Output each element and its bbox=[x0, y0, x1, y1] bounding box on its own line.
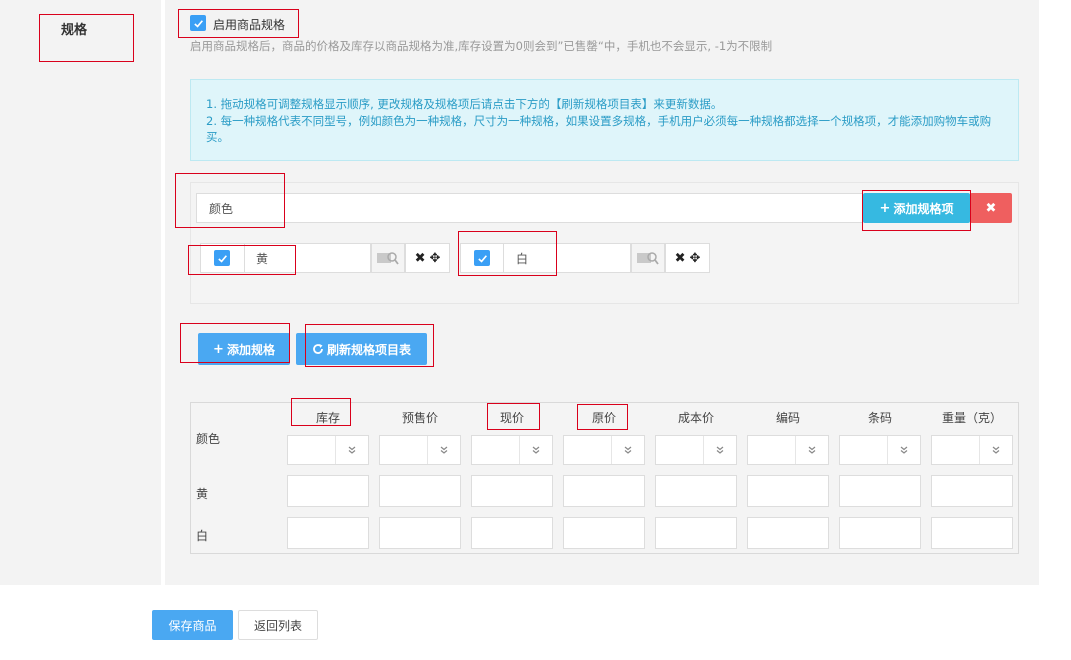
double-chevron-down-icon bbox=[335, 436, 368, 464]
spec-item-ops: ✖ ✥ bbox=[405, 243, 450, 273]
close-icon: ✖ bbox=[985, 200, 997, 216]
table-row-label: 黄 bbox=[196, 487, 209, 501]
batch-select-code[interactable] bbox=[747, 435, 829, 465]
annotation-box-item-1 bbox=[188, 245, 296, 275]
batch-select-cost-price[interactable] bbox=[655, 435, 737, 465]
annotation-box-add-spec bbox=[180, 323, 290, 363]
stock-input[interactable] bbox=[287, 517, 369, 549]
table-row-label: 白 bbox=[196, 529, 209, 543]
remove-icon[interactable]: ✖ bbox=[675, 251, 686, 266]
column-header-weight: 重量（克） bbox=[941, 411, 1002, 425]
annotation-box-add-item bbox=[862, 190, 971, 231]
barcode-input[interactable] bbox=[839, 517, 921, 549]
double-chevron-down-icon bbox=[887, 436, 920, 464]
code-input[interactable] bbox=[747, 517, 829, 549]
annotation-box-item-2 bbox=[458, 231, 557, 276]
info-line-2: 2. 每一种规格代表不同型号，例如颜色为一种规格，尺寸为一种规格，如果设置多规格… bbox=[206, 113, 992, 145]
annotation-box-stock bbox=[291, 398, 351, 426]
annotation-box-original-price bbox=[577, 404, 628, 430]
current-price-input[interactable] bbox=[471, 517, 553, 549]
barcode-input[interactable] bbox=[839, 475, 921, 507]
batch-select-stock[interactable] bbox=[287, 435, 369, 465]
double-chevron-down-icon bbox=[979, 436, 1012, 464]
current-price-input[interactable] bbox=[471, 475, 553, 507]
code-input[interactable] bbox=[747, 475, 829, 507]
stock-input[interactable] bbox=[287, 475, 369, 507]
column-header-cost-price: 成本价 bbox=[677, 411, 714, 425]
original-price-input[interactable] bbox=[563, 475, 645, 507]
double-chevron-down-icon bbox=[427, 436, 460, 464]
save-product-button[interactable]: 保存商品 bbox=[152, 610, 233, 640]
back-to-list-button[interactable]: 返回列表 bbox=[238, 610, 318, 640]
column-header-code: 编码 bbox=[775, 411, 800, 425]
spec-item-image-button[interactable] bbox=[371, 243, 405, 273]
annotation-box-current-price bbox=[487, 403, 540, 430]
original-price-input[interactable] bbox=[563, 517, 645, 549]
table-row-header: 颜色 bbox=[196, 432, 221, 446]
info-line-1: 1. 拖动规格可调整规格显示顺序, 更改规格及规格项后请点击下方的【刷新规格项目… bbox=[206, 97, 723, 111]
cost-price-input[interactable] bbox=[655, 517, 737, 549]
batch-select-weight[interactable] bbox=[931, 435, 1013, 465]
annotation-box-section bbox=[39, 14, 134, 62]
batch-select-original-price[interactable] bbox=[563, 435, 645, 465]
batch-select-presale-price[interactable] bbox=[379, 435, 461, 465]
move-icon[interactable]: ✥ bbox=[430, 251, 441, 266]
column-header-presale-price: 预售价 bbox=[401, 411, 438, 425]
spec-item-ops: ✖ ✥ bbox=[665, 243, 710, 273]
delete-spec-button[interactable]: ✖ bbox=[970, 193, 1012, 223]
weight-input[interactable] bbox=[931, 517, 1013, 549]
annotation-box-enable bbox=[178, 9, 299, 38]
weight-input[interactable] bbox=[931, 475, 1013, 507]
double-chevron-down-icon bbox=[703, 436, 736, 464]
image-search-icon bbox=[377, 252, 399, 265]
batch-select-barcode[interactable] bbox=[839, 435, 921, 465]
image-search-icon bbox=[637, 252, 659, 265]
double-chevron-down-icon bbox=[519, 436, 552, 464]
double-chevron-down-icon bbox=[611, 436, 644, 464]
spec-item-image-button[interactable] bbox=[631, 243, 665, 273]
annotation-box-spec-name bbox=[175, 173, 285, 228]
double-chevron-down-icon bbox=[795, 436, 828, 464]
remove-icon[interactable]: ✖ bbox=[415, 251, 426, 266]
spec-info-box: 1. 拖动规格可调整规格显示顺序, 更改规格及规格项后请点击下方的【刷新规格项目… bbox=[190, 79, 1019, 161]
enable-spec-hint: 启用商品规格后，商品的价格及库存以商品规格为准,库存设置为0则会到”已售罄“中，… bbox=[190, 39, 773, 53]
spec-name-input[interactable]: 颜色 bbox=[196, 193, 863, 223]
column-header-barcode: 条码 bbox=[867, 411, 892, 425]
annotation-box-refresh bbox=[305, 324, 434, 367]
presale-price-input[interactable] bbox=[379, 475, 461, 507]
presale-price-input[interactable] bbox=[379, 517, 461, 549]
batch-select-current-price[interactable] bbox=[471, 435, 553, 465]
cost-price-input[interactable] bbox=[655, 475, 737, 507]
left-label-panel bbox=[0, 0, 161, 585]
move-icon[interactable]: ✥ bbox=[690, 251, 701, 266]
